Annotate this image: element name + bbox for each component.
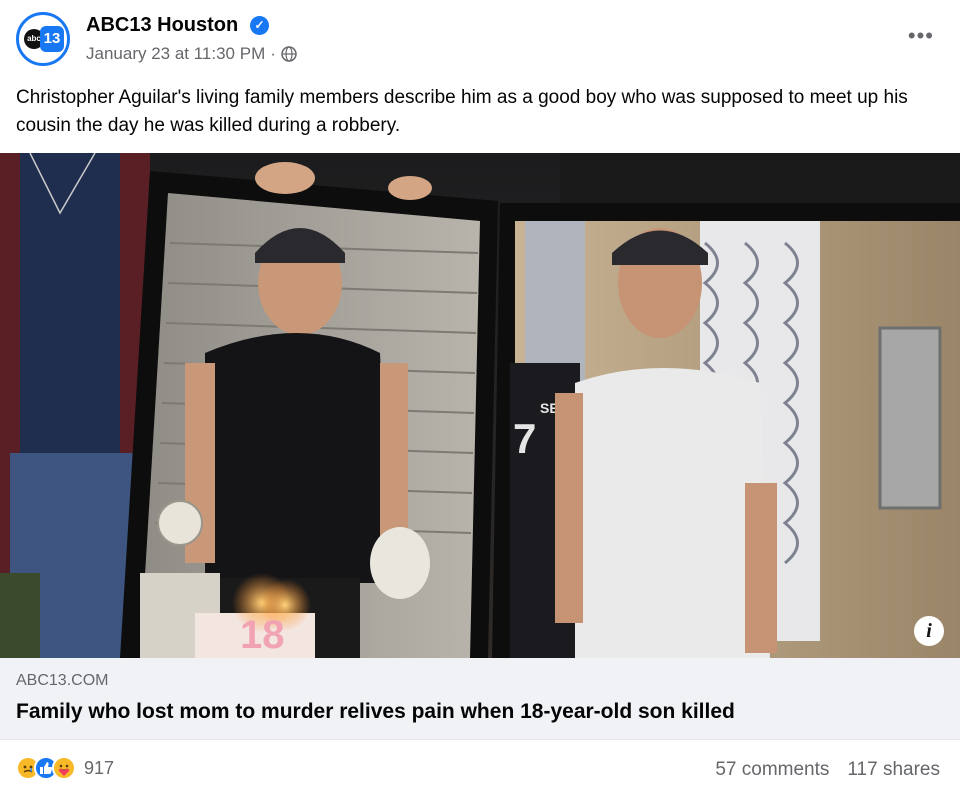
globe-icon[interactable] bbox=[281, 46, 297, 62]
jersey-number: 7 bbox=[513, 415, 536, 462]
photo-illustration: 18 SEALS 7 bbox=[0, 153, 960, 658]
post-text: Christopher Aguilar's living family memb… bbox=[16, 87, 908, 136]
thirteen-logo-text: 13 bbox=[40, 26, 64, 52]
comments-count[interactable]: 57 comments bbox=[715, 759, 829, 781]
link-preview[interactable]: ABC13.COM Family who lost mom to murder … bbox=[0, 658, 960, 740]
shares-count[interactable]: 117 shares bbox=[847, 759, 940, 781]
info-button[interactable]: i bbox=[914, 616, 944, 646]
care-reaction-icon bbox=[52, 756, 76, 780]
link-domain: ABC13.COM bbox=[16, 672, 109, 689]
abc13-logo: abc 13 bbox=[21, 17, 65, 61]
verified-badge-icon: ✓ bbox=[250, 16, 269, 35]
reaction-count: 917 bbox=[84, 757, 115, 778]
reactions-summary[interactable]: 917 bbox=[16, 756, 114, 780]
more-options-button[interactable]: ••• bbox=[908, 25, 934, 47]
cake-candle-number: 18 bbox=[240, 613, 285, 657]
page-name[interactable]: ABC13 Houston bbox=[86, 14, 238, 37]
engagement-bar: 917 57 comments 117 shares bbox=[0, 740, 960, 786]
engagement-counts: 57 comments 117 shares bbox=[715, 759, 940, 781]
post-photo[interactable]: 18 SEALS 7 i bbox=[0, 153, 960, 658]
post-timestamp[interactable]: January 23 at 11:30 PM bbox=[86, 44, 265, 64]
meta-separator: · bbox=[270, 44, 276, 63]
post-meta: January 23 at 11:30 PM · bbox=[86, 44, 297, 64]
post-header: abc 13 ABC13 Houston ✓ January 23 at 11:… bbox=[0, 0, 960, 80]
page-avatar[interactable]: abc 13 bbox=[16, 12, 70, 66]
link-title[interactable]: Family who lost mom to murder relives pa… bbox=[16, 700, 735, 724]
